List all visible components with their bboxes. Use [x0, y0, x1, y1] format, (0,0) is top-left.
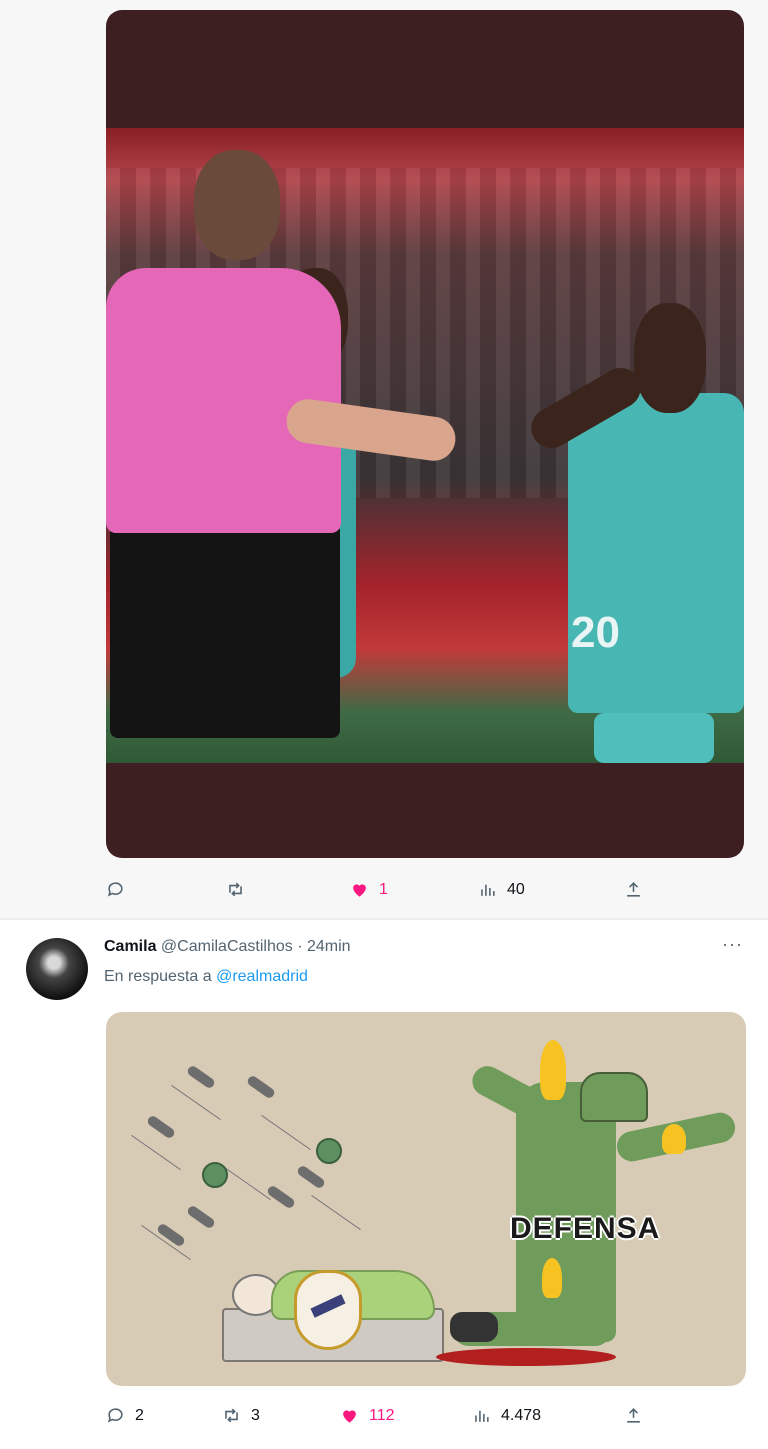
separator: ·	[297, 938, 303, 955]
reply-count: 2	[135, 1406, 144, 1424]
reply-button[interactable]	[106, 880, 135, 899]
retweet-button[interactable]: 3	[222, 1406, 260, 1425]
views-count: 40	[507, 880, 525, 898]
author-name[interactable]: Camila	[104, 938, 156, 955]
heart-icon	[353, 884, 366, 897]
views-count: 4.478	[501, 1406, 542, 1424]
missile	[245, 1074, 277, 1100]
views-button[interactable]: 40	[478, 880, 525, 899]
reply-icon	[107, 882, 123, 897]
retweet-icon	[225, 1408, 238, 1423]
missile	[265, 1184, 297, 1210]
meme-image[interactable]: DEFENSA	[106, 1012, 746, 1386]
retweet-button[interactable]	[226, 880, 255, 899]
reply-context: En respuesta a @realmadrid	[104, 968, 308, 986]
heart-icon	[343, 1410, 356, 1423]
views-icon	[475, 1410, 489, 1422]
grenade	[202, 1162, 228, 1188]
grenade	[316, 1138, 342, 1164]
missile	[155, 1222, 187, 1248]
retweet-count: 3	[251, 1406, 260, 1424]
tweet-header: Camila @CamilaCastilhos · 24min	[104, 938, 351, 956]
share-button[interactable]	[624, 1406, 643, 1425]
share-button[interactable]	[624, 880, 643, 899]
more-options-icon[interactable]: ···	[722, 934, 743, 955]
reply-button[interactable]: 2	[106, 1406, 144, 1425]
missile	[145, 1114, 177, 1140]
missile	[185, 1064, 217, 1090]
missile	[185, 1204, 217, 1230]
meme-caption: DEFENSA	[510, 1212, 661, 1245]
views-button[interactable]: 4.478	[472, 1406, 541, 1425]
reply-prefix: En respuesta a	[104, 968, 212, 985]
reply-icon	[107, 1408, 123, 1423]
reply-mention-link[interactable]: @realmadrid	[216, 968, 308, 985]
author-handle[interactable]: @CamilaCastilhos	[161, 938, 293, 955]
avatar[interactable]	[26, 938, 88, 1000]
share-icon	[627, 882, 640, 897]
tweet-1-photo[interactable]: 20	[106, 10, 744, 858]
like-count: 112	[369, 1406, 395, 1424]
real-madrid-crest	[294, 1270, 362, 1350]
like-button[interactable]: 112	[340, 1406, 395, 1425]
tweet-time[interactable]: 24min	[307, 938, 351, 955]
retweet-icon	[229, 882, 242, 897]
share-icon	[627, 1408, 640, 1423]
missile	[295, 1164, 327, 1190]
views-icon	[481, 884, 495, 896]
like-button[interactable]: 1	[350, 880, 388, 899]
tweet-2[interactable]: Camila @CamilaCastilhos · 24min ··· En r…	[0, 920, 768, 1449]
like-count: 1	[379, 880, 388, 898]
football-photo: 20	[106, 128, 744, 763]
tweet-1: 20 1 40	[0, 0, 768, 918]
